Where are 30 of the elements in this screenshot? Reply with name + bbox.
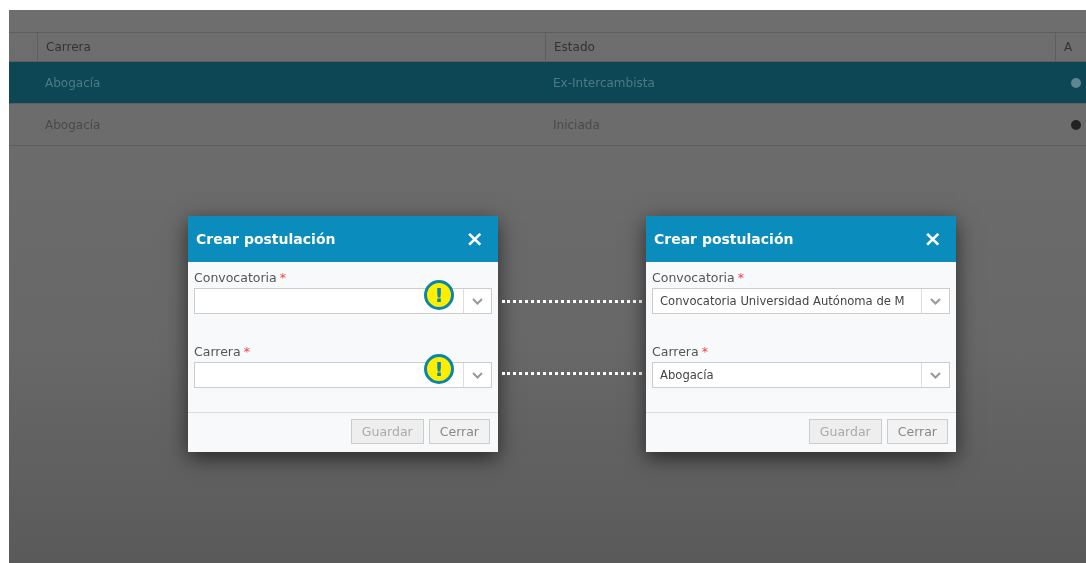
required-mark: * (737, 270, 744, 287)
select-field[interactable] (194, 362, 492, 388)
required-mark: * (243, 344, 250, 361)
dialog-title: Crear postulación (654, 231, 794, 247)
required-mark: * (279, 270, 286, 287)
warning-callout: ! (424, 280, 454, 310)
warning-callout: ! (424, 354, 454, 384)
chevron-down-icon (930, 371, 941, 379)
field-label: Convocatoria (194, 270, 277, 287)
dialog-title: Crear postulación (196, 231, 336, 247)
dialog-button[interactable]: Cerrar (428, 419, 490, 444)
table-cell-text: Abogacía (44, 74, 102, 92)
field-label: Carrera (194, 344, 241, 361)
chevron-down-icon (472, 371, 483, 379)
close-button[interactable]: × (465, 228, 484, 250)
column-header: A (1055, 33, 1086, 61)
column-header: Estado (545, 33, 1055, 61)
column-header: Carrera (37, 33, 545, 61)
chevron-down-icon (472, 297, 483, 305)
select-field[interactable] (194, 288, 492, 314)
table-cell-text: Ex-Intercambista (552, 74, 656, 92)
close-button[interactable]: × (923, 228, 942, 250)
select-field[interactable]: Convocatoria Universidad Autónoma de M (652, 288, 950, 314)
dialog-button[interactable]: Cerrar (886, 419, 948, 444)
table-row[interactable]: Abogacía Ex-Intercambista (9, 62, 1086, 104)
select-field[interactable]: Abogacía (652, 362, 950, 388)
field-label: Convocatoria (652, 270, 735, 287)
chevron-down-icon (930, 297, 941, 305)
required-mark: * (701, 344, 708, 361)
field-label: Carrera (652, 344, 699, 361)
